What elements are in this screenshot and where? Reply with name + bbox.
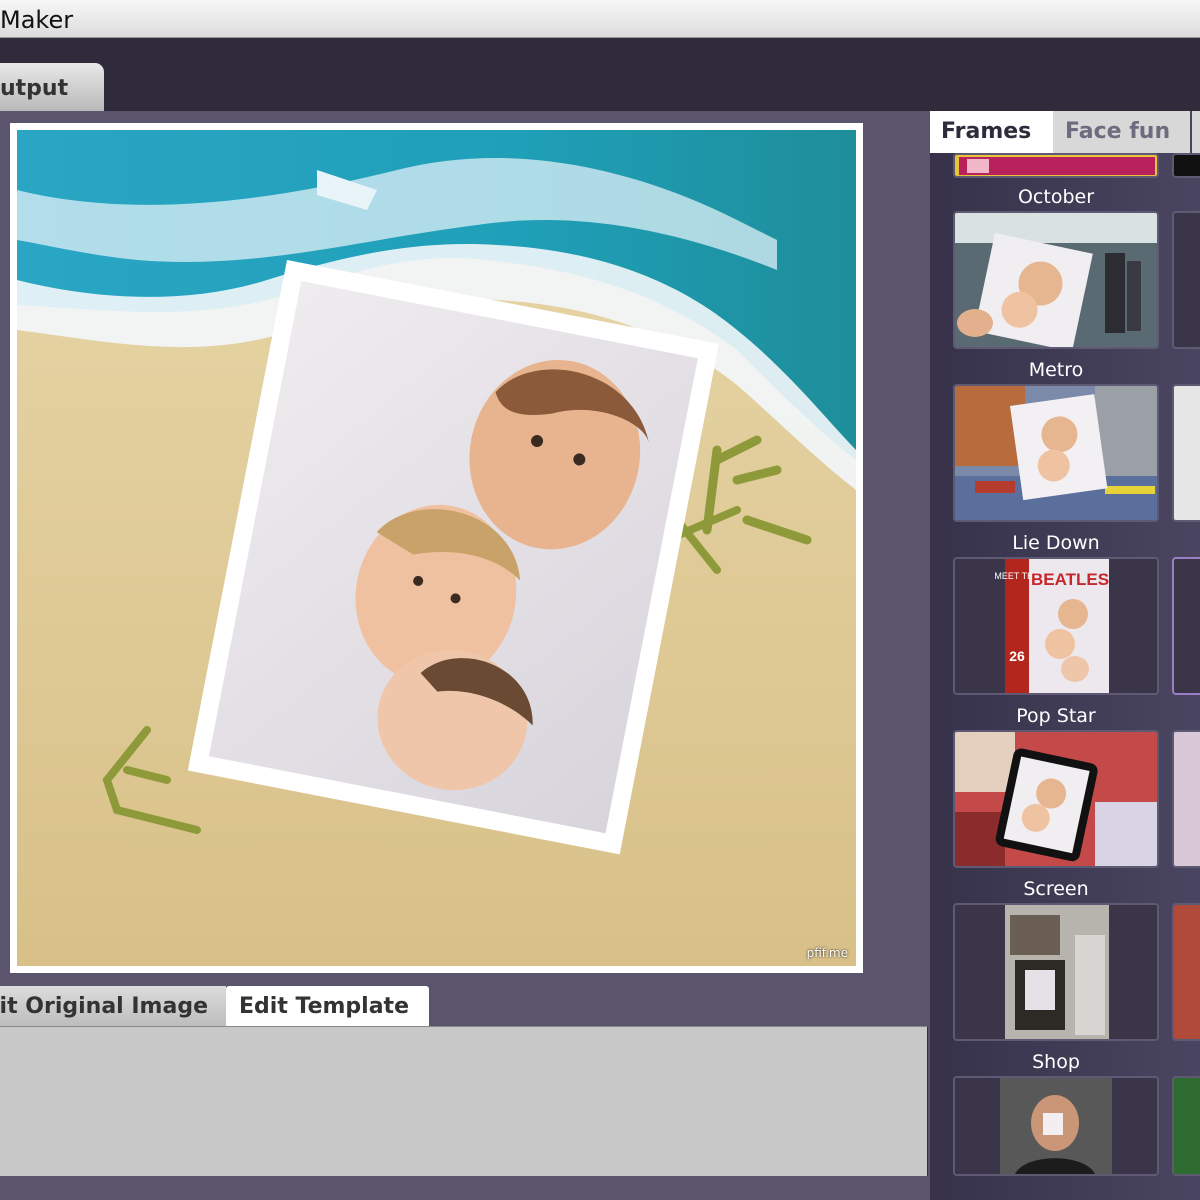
top-tab-bar	[0, 38, 1200, 112]
template-label-october: October	[1017, 186, 1095, 208]
screen-thumb-image	[955, 905, 1157, 1039]
window-titlebar: Maker	[0, 0, 1200, 38]
tab-edit-original-image-label: Edit Original Image	[0, 994, 208, 1019]
editor-area	[0, 1026, 928, 1176]
template-thumb-pop-star[interactable]	[953, 730, 1159, 868]
metro-thumb-image	[955, 386, 1157, 520]
template-thumb-lie-down[interactable]: MEET THE BEATLES 26	[953, 557, 1159, 695]
poster-number-text: 26	[1009, 648, 1025, 664]
template-thumb-side-5[interactable]	[1172, 903, 1200, 1041]
template-thumb-screen[interactable]	[953, 903, 1159, 1041]
tab-edit-original-image[interactable]: Edit Original Image	[0, 986, 226, 1026]
tab-edit-template[interactable]: Edit Template	[226, 986, 429, 1027]
template-thumb-side-2[interactable]	[1172, 384, 1200, 522]
template-thumb-october[interactable]	[953, 211, 1159, 349]
template-label-pop-star: Pop Star	[1016, 705, 1096, 727]
tab-frames[interactable]: Frames	[930, 111, 1053, 153]
watermark-text: pfif.me	[806, 946, 848, 960]
partial-banner-graphic	[959, 157, 1155, 175]
template-thumb-partial[interactable]	[953, 153, 1159, 178]
tab-more[interactable]	[1192, 111, 1200, 153]
window-title: Maker	[0, 6, 74, 34]
template-label-metro: Metro	[1028, 359, 1084, 381]
template-thumb-metro[interactable]	[953, 384, 1159, 522]
template-label-screen: Screen	[1023, 878, 1089, 900]
template-thumb-side-6[interactable]	[1172, 1076, 1200, 1176]
template-thumb-side-1[interactable]	[1172, 211, 1200, 349]
template-thumb-side-3[interactable]	[1172, 557, 1200, 695]
tab-output[interactable]: utput	[0, 63, 104, 111]
lie-down-thumb-image: MEET THE BEATLES 26	[955, 559, 1157, 693]
template-thumb-side-partial[interactable]	[1172, 153, 1200, 178]
pop-star-thumb-image	[955, 732, 1157, 866]
output-canvas: pfif.me	[10, 123, 863, 973]
poster-band-text: BEATLES	[1031, 570, 1109, 589]
template-thumb-shop[interactable]	[953, 1076, 1159, 1176]
template-label-shop: Shop	[1032, 1051, 1080, 1073]
output-image: pfif.me	[17, 130, 856, 966]
template-label-lie-down: Lie Down	[1012, 532, 1100, 554]
shop-thumb-image	[955, 1078, 1157, 1174]
template-thumb-side-4[interactable]	[1172, 730, 1200, 868]
beach-photo-illustration	[17, 130, 856, 966]
october-thumb-image	[955, 213, 1157, 347]
tab-face-fun[interactable]: Face fun	[1053, 111, 1190, 153]
